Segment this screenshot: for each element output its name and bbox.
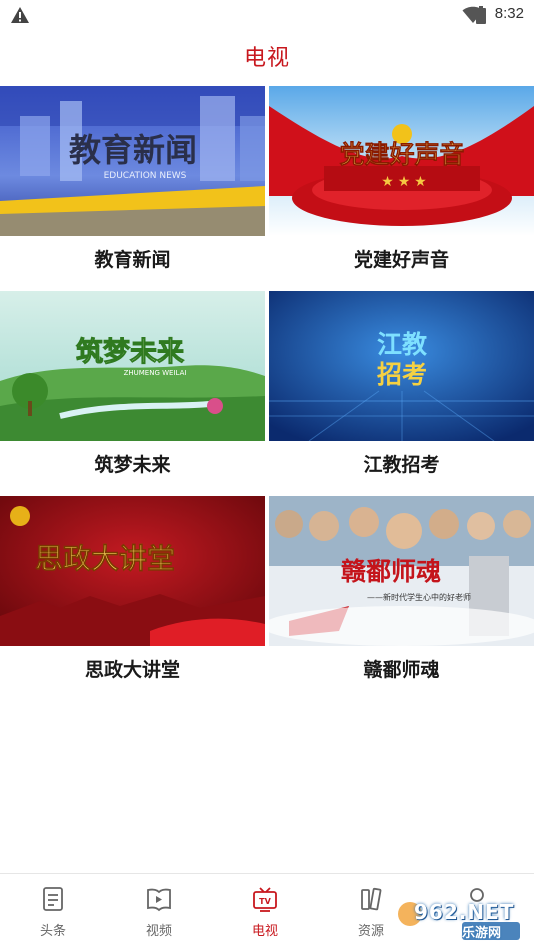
battery-icon	[476, 6, 486, 24]
program-thumbnail[interactable]: 赣鄱师魂 ——新时代学生心中的好老师	[269, 496, 534, 646]
program-name[interactable]: 江教招考	[269, 441, 534, 496]
tab-label: 头条	[39, 923, 66, 938]
thumb-title: 教育新闻	[69, 131, 197, 169]
svg-text:TV: TV	[259, 897, 271, 906]
svg-text:★ ★ ★: ★ ★ ★	[381, 173, 426, 189]
resources-icon	[361, 887, 382, 911]
program-card-party-voice[interactable]: ★ ★ ★ 党建好声音 党建好声音	[269, 86, 534, 291]
watermark-subtext: 乐游网	[462, 925, 502, 940]
tv-icon: TV	[253, 887, 277, 912]
program-thumbnail[interactable]: ★ ★ ★ 党建好声音	[269, 86, 534, 236]
thumb-title: 赣鄱师魂	[341, 557, 441, 586]
thumb-title: 筑梦未来	[76, 336, 184, 368]
tab-label: 电视	[251, 923, 278, 938]
watermark-logo: 962.NET 乐游网	[396, 888, 532, 944]
program-card-teacher-soul[interactable]: 赣鄱师魂 ——新时代学生心中的好老师 赣鄱师魂	[269, 496, 534, 701]
program-name[interactable]: 思政大讲堂	[0, 646, 265, 701]
program-name[interactable]: 教育新闻	[0, 236, 265, 291]
tab-label: 视频	[145, 923, 172, 938]
program-name[interactable]: 筑梦未来	[0, 441, 265, 496]
watermark-text: 962.NET	[414, 900, 515, 924]
program-card-ideology-lecture[interactable]: 思政大讲堂 思政大讲堂	[0, 496, 265, 701]
document-icon	[43, 887, 63, 911]
program-thumbnail[interactable]: 筑梦未来 ZHUMENG WEILAI	[0, 291, 265, 441]
program-thumbnail[interactable]: 思政大讲堂	[0, 496, 265, 646]
thumb-title: 党建好声音	[339, 140, 464, 169]
program-name[interactable]: 赣鄱师魂	[269, 646, 534, 701]
program-card-education-news[interactable]: 教育新闻 EDUCATION NEWS 教育新闻	[0, 86, 265, 291]
status-time: 8:32	[494, 5, 524, 22]
program-card-jiangxi-exam[interactable]: 江教 招考 江教招考	[269, 291, 534, 496]
warning-icon	[11, 7, 29, 23]
thumb-subtitle: EDUCATION NEWS	[104, 171, 187, 181]
thumb-title-line1: 江教	[377, 330, 428, 359]
thumb-subtitle: ZHUMENG WEILAI	[124, 369, 187, 377]
program-card-dream-future[interactable]: 筑梦未来 ZHUMENG WEILAI 筑梦未来	[0, 291, 265, 496]
thumb-title-line2: 招考	[377, 360, 427, 389]
page-title: 电视	[243, 45, 290, 70]
tab-tv[interactable]: TV 电视	[212, 874, 318, 949]
program-thumbnail[interactable]: 教育新闻 EDUCATION NEWS	[0, 86, 265, 236]
video-book-icon	[147, 888, 171, 912]
thumb-subtitle: ——新时代学生心中的好老师	[367, 592, 471, 602]
thumb-title: 思政大讲堂	[35, 542, 175, 575]
tab-video[interactable]: 视频	[106, 874, 212, 949]
tab-headlines[interactable]: 头条	[0, 874, 106, 949]
status-bar: 8:32	[0, 0, 534, 30]
program-name[interactable]: 党建好声音	[269, 236, 534, 291]
header: 电视	[0, 30, 534, 86]
program-thumbnail[interactable]: 江教 招考	[269, 291, 534, 441]
